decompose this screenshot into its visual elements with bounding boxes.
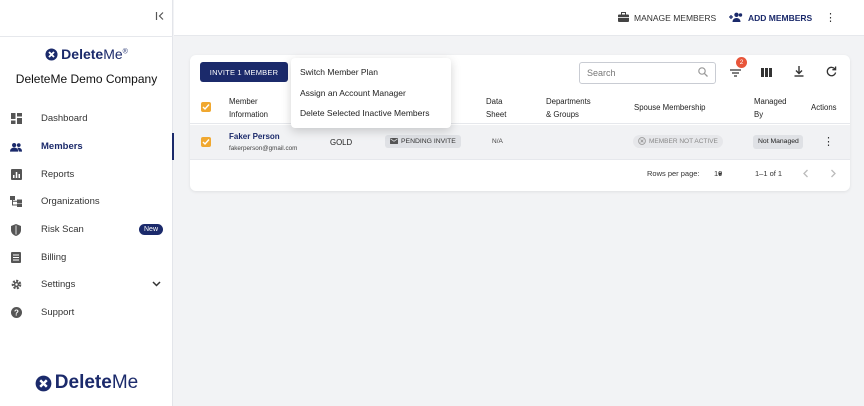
rows-per-page-label: Rows per page: [647,169,700,178]
chevron-down-icon[interactable] [152,279,161,289]
column-header-departments-groups[interactable]: Departments & Groups [546,95,591,121]
company-name: DeleteMe Demo Company [15,72,158,86]
search-icon [698,64,708,82]
sidebar-item-organizations[interactable]: Organizations [0,188,173,216]
columns-icon [760,64,772,82]
spouse-membership-badge: MEMBER NOT ACTIVE [633,135,723,148]
status-badge: PENDING INVITE [385,135,461,148]
table-header: Member Information Data Sheet Department… [190,92,850,124]
manage-members-button[interactable]: MANAGE MEMBERS [618,12,716,24]
reports-icon [10,168,22,180]
sidebar: DeleteMe® DeleteMe Demo Company Dashboar… [0,0,174,406]
column-header-actions: Actions [811,103,837,112]
sidebar-item-label: Members [41,141,83,153]
invite-member-button[interactable]: INVITE 1 MEMBER [200,62,288,82]
gear-icon [10,279,22,291]
column-header-data-sheet[interactable]: Data Sheet [486,95,506,121]
briefcase-icon [618,12,629,24]
organizations-icon [10,196,22,208]
search-box[interactable] [579,62,716,84]
sidebar-item-label: Dashboard [41,113,88,125]
sidebar-item-label: Reports [41,168,75,180]
bulk-actions-menu: Switch Member Plan Assign an Account Man… [291,58,451,128]
sidebar-item-support[interactable]: ? Support [0,299,173,327]
sidebar-nav: Dashboard Members Reports Organizations … [0,105,174,327]
rows-per-page-select[interactable]: 10 ▼ [714,169,723,178]
sidebar-divider [0,36,173,37]
next-page-icon[interactable] [830,169,837,180]
table-row[interactable]: Faker Person fakerperson@gmail.com GOLD … [190,125,850,160]
help-icon: ? [10,307,22,319]
members-table-card: INVITE 1 MEMBER 2 Member Information Dat… [190,55,850,191]
svg-text:?: ? [14,308,19,317]
column-header-spouse-membership[interactable]: Spouse Membership [634,101,706,114]
brand-logo: DeleteMe® [0,46,173,66]
previous-page-icon[interactable] [802,169,809,180]
filter-count-badge: 2 [736,57,747,68]
row-checkbox[interactable] [201,137,211,147]
sidebar-item-label: Settings [41,279,76,291]
sidebar-item-settings[interactable]: Settings [0,271,173,299]
sidebar-item-label: Risk Scan [41,224,84,236]
sidebar-item-label: Support [41,307,75,319]
page-range: 1–1 of 1 [755,169,783,178]
add-user-icon [729,12,743,24]
add-members-button[interactable]: ADD MEMBERS [729,12,812,24]
member-name-link[interactable]: Faker Person [229,132,280,141]
menu-item-delete-inactive[interactable]: Delete Selected Inactive Members [291,103,451,124]
members-icon [10,141,22,153]
member-email: fakerperson@gmail.com [229,145,298,152]
pagination: Rows per page: 10 ▼ 1–1 of 1 [190,169,850,183]
sidebar-item-risk-scan[interactable]: Risk Scan New [0,216,173,244]
managed-by-select[interactable]: Not Managed [753,135,803,149]
more-options-icon[interactable]: ⋮ [825,11,836,24]
billing-icon [10,251,22,263]
new-badge: New [139,223,164,235]
close-circle-icon [638,136,646,147]
menu-item-switch-plan[interactable]: Switch Member Plan [291,62,451,83]
menu-item-assign-manager[interactable]: Assign an Account Manager [291,83,451,104]
deleteme-x-icon [45,47,58,61]
download-icon [794,64,804,82]
sidebar-item-billing[interactable]: Billing [0,243,173,271]
column-header-member-information[interactable]: Member Information [229,95,268,121]
shield-icon [10,223,22,236]
sidebar-item-members[interactable]: Members [0,132,174,161]
refresh-button[interactable] [824,66,838,80]
footer-logo: DeleteMe [0,372,173,397]
deleteme-x-icon [35,375,52,391]
sidebar-item-dashboard[interactable]: Dashboard [0,105,173,133]
member-plan: GOLD [330,138,353,147]
dashboard-icon [10,113,22,125]
download-button[interactable] [792,66,806,80]
sidebar-item-label: Organizations [41,196,100,208]
sidebar-item-reports[interactable]: Reports [0,160,173,188]
filter-button[interactable]: 2 [728,57,747,80]
column-header-managed-by[interactable]: Managed By [754,95,787,121]
collapse-sidebar-icon[interactable] [153,11,167,25]
data-sheet-value: N/A [492,138,503,145]
select-all-checkbox[interactable] [201,102,211,112]
mail-icon [390,137,398,146]
sidebar-item-label: Billing [41,251,67,263]
row-actions-icon[interactable]: ⋮ [823,135,834,148]
refresh-icon [826,64,837,82]
search-input[interactable] [587,68,698,78]
columns-button[interactable] [759,66,773,80]
top-bar: MANAGE MEMBERS ADD MEMBERS ⋮ [174,0,864,36]
